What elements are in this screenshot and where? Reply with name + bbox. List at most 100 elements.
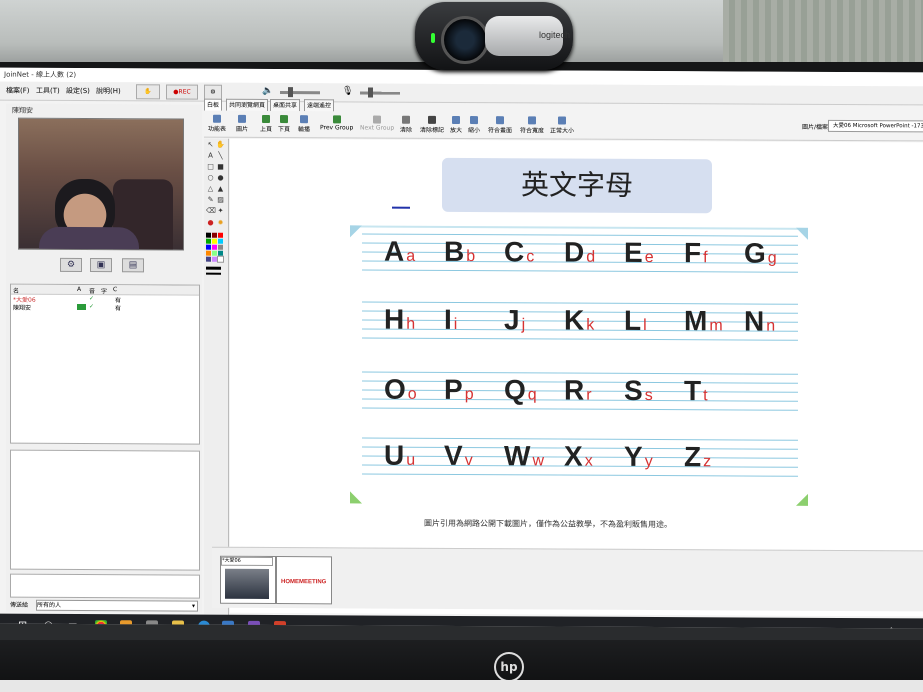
color-swatch[interactable] — [218, 250, 223, 256]
stamp-tool[interactable]: ✦ — [216, 207, 225, 216]
clear-button[interactable]: 清除 — [400, 115, 412, 134]
record-button[interactable]: ●REC — [166, 84, 198, 100]
fit-width-icon — [528, 116, 536, 125]
letter-pair: Tt — [684, 375, 708, 407]
filled-polygon-tool[interactable]: ▲ — [216, 185, 225, 194]
pointer-tool[interactable]: ↖ — [206, 141, 215, 150]
file-label: 圖片/檔案 — [802, 123, 829, 131]
letter-pair: Mm — [684, 305, 723, 337]
prev-page-button[interactable]: 上頁 — [260, 114, 272, 133]
uppercase-letter: E — [624, 236, 643, 268]
pen-tool[interactable]: ✎ — [206, 196, 215, 205]
tab-cobrowse[interactable]: 共同瀏覽網頁 — [226, 98, 269, 111]
tray-icons[interactable]: ⌃ ▭ — [888, 626, 905, 628]
next-page-button[interactable]: 下頁 — [278, 115, 290, 133]
mic-volume-slider[interactable] — [360, 91, 400, 95]
file-select[interactable]: 大愛06 Microsoft PowerPoint -17337612969_1… — [828, 119, 923, 134]
search-icon[interactable]: ○ — [44, 620, 56, 629]
chrome-icon[interactable] — [95, 620, 107, 629]
user-row[interactable]: 陳翔安 ✓ 有 — [11, 303, 199, 312]
hand-raise-button[interactable]: ✋ — [136, 84, 160, 100]
tab-whiteboard[interactable]: 白板 — [204, 98, 223, 111]
rect-tool[interactable]: □ — [206, 163, 215, 172]
letter-pair: Ss — [624, 375, 653, 407]
joinnet-icon[interactable] — [248, 620, 260, 629]
windows-start-icon[interactable]: ⊞ — [18, 619, 30, 629]
color-swatch[interactable] — [218, 238, 223, 244]
letter-pair: Ii — [444, 304, 457, 336]
powerpoint-icon[interactable] — [274, 621, 286, 629]
color-swatch[interactable] — [212, 238, 217, 244]
color-swatch[interactable] — [206, 238, 211, 244]
normal-size-button[interactable]: 正常大小 — [550, 116, 574, 135]
chat-input[interactable] — [10, 573, 200, 599]
eraser-tool[interactable]: ⌫ — [206, 207, 216, 216]
lowercase-letter: a — [406, 247, 416, 265]
fit-width-button[interactable]: 符合寬度 — [520, 116, 544, 134]
color-swatch[interactable] — [206, 250, 211, 256]
color-swatch[interactable] — [217, 255, 224, 263]
app-icon[interactable] — [120, 620, 132, 629]
speaker-volume-slider[interactable] — [280, 91, 320, 95]
tab-remote-control[interactable]: 遠端遙控 — [304, 99, 335, 112]
tool-image-button[interactable]: 圖片 — [236, 114, 248, 133]
color-swatch[interactable] — [218, 244, 223, 250]
lowercase-letter: n — [766, 317, 776, 335]
edge-icon[interactable] — [198, 620, 210, 629]
uppercase-letter: C — [504, 236, 525, 268]
color-swatch[interactable] — [212, 244, 217, 250]
video-settings-button[interactable]: ⚙ — [60, 257, 82, 273]
ellipse-tool[interactable]: ○ — [206, 174, 215, 183]
slideshow-button[interactable]: 輪播 — [298, 115, 310, 133]
menu-settings[interactable]: 設定(S) — [66, 86, 90, 96]
webcam-brand: logitech — [539, 30, 571, 40]
color-swatch[interactable] — [212, 232, 217, 238]
menu-help[interactable]: 說明(H) — [96, 86, 121, 96]
uppercase-letter: M — [684, 305, 708, 337]
hand-tool[interactable]: ✋ — [216, 141, 225, 150]
filled-ellipse-tool[interactable]: ● — [216, 174, 225, 183]
task-view-icon[interactable]: ▭ — [68, 620, 80, 628]
polygon-tool[interactable]: △ — [206, 185, 215, 194]
color-swatch[interactable] — [212, 250, 217, 256]
color-swatch[interactable] — [206, 244, 211, 250]
prev-group-button[interactable]: Prev Group — [320, 115, 353, 131]
text-tool[interactable]: A — [206, 152, 215, 161]
fit-screen-button[interactable]: 符合畫面 — [488, 116, 512, 134]
ruled-line — [362, 337, 798, 341]
thumbnail-webcam[interactable]: *大愛06 — [220, 555, 276, 605]
video-status-icon — [77, 303, 86, 311]
video-layout-button[interactable]: ▣ — [90, 258, 112, 273]
menu-tools[interactable]: 工具(T) — [36, 86, 60, 96]
color-swatch[interactable] — [212, 256, 217, 262]
highlighter-tool[interactable]: ▨ — [216, 196, 225, 205]
zoom-in-button[interactable]: 放大 — [450, 115, 462, 134]
tool-menu-button[interactable]: 功能表 — [208, 114, 226, 133]
letter-pair: Oo — [384, 374, 417, 406]
clear-marks-button[interactable]: 清除標記 — [420, 115, 444, 134]
sun-icon[interactable]: ✹ — [216, 219, 225, 228]
microphone-icon: 🎙 — [342, 86, 354, 97]
color-swatch[interactable] — [218, 232, 223, 238]
red-apple-icon[interactable]: ● — [206, 219, 215, 228]
tab-desktop-share[interactable]: 桌面共享 — [270, 98, 301, 112]
next-group-button[interactable]: Next Group — [360, 115, 394, 132]
color-swatch[interactable] — [206, 256, 211, 262]
thumbnail-homemeeting[interactable]: HOMEMEETING — [276, 556, 332, 605]
color-swatch[interactable] — [206, 232, 211, 238]
wrench-icon[interactable]: ⚙ — [204, 84, 222, 100]
uppercase-letter: J — [504, 304, 520, 336]
menu-file[interactable]: 檔案(F) — [6, 86, 30, 96]
file-explorer-icon[interactable] — [172, 620, 184, 629]
line-width-swatch[interactable] — [206, 272, 221, 275]
whiteboard-canvas[interactable]: 英文字母 AaBbCcDdEeFfGgHhIiJjKkLlMmNnOoPpQqR… — [230, 138, 923, 617]
app-icon[interactable] — [146, 620, 158, 629]
app-icon[interactable] — [222, 620, 234, 629]
send-to-select[interactable]: 所有的人 — [36, 599, 198, 612]
video-capture-button[interactable]: ▤ — [122, 258, 144, 273]
filled-rect-tool[interactable]: ■ — [216, 163, 225, 172]
zoom-out-button[interactable]: 縮小 — [468, 116, 480, 134]
thumbnail-select[interactable]: *大愛06 — [221, 556, 273, 567]
line-tool[interactable]: ╲ — [216, 152, 225, 161]
line-width-swatch[interactable] — [206, 266, 221, 270]
